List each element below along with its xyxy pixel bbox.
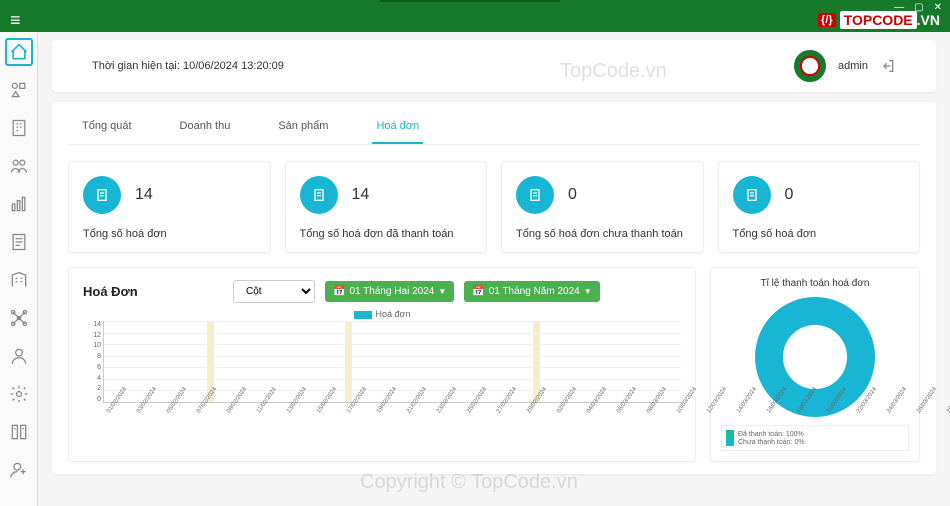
- chevron-down-icon: ▼: [438, 287, 446, 296]
- sidebar-item-books[interactable]: [5, 418, 33, 446]
- sidebar-item-building[interactable]: [5, 114, 33, 142]
- invoice-icon: [83, 176, 121, 214]
- close-icon[interactable]: ✕: [934, 2, 942, 13]
- sidebar: [0, 32, 38, 506]
- hamburger-icon[interactable]: ≡: [10, 10, 21, 31]
- card-value: 0: [785, 186, 794, 204]
- maximize-icon[interactable]: ▢: [914, 2, 923, 13]
- card-value: 14: [135, 186, 153, 204]
- card-value: 0: [568, 186, 577, 204]
- card-label: Tổng số hoá đơn: [83, 228, 256, 240]
- chart-legend: Hoá đơn: [83, 309, 681, 319]
- sidebar-item-network[interactable]: [5, 304, 33, 332]
- card-label: Tổng số hoá đơn chưa thanh toán: [516, 228, 689, 240]
- username: admin: [838, 60, 868, 72]
- calendar-icon: 📅: [472, 286, 484, 297]
- tabs: Tổng quát Doanh thu Sản phẩm Hoá đơn: [68, 114, 920, 145]
- sidebar-item-document[interactable]: [5, 228, 33, 256]
- topbar: ≡ {/} TOPCODE.VN: [0, 8, 950, 32]
- chart-panel: Hoá Đơn Cột 📅 01 Tháng Hai 2024 ▼ 📅 01 T…: [68, 267, 696, 462]
- titlebar: — ▢ ✕: [0, 0, 950, 8]
- app-logo: {/} TOPCODE.VN: [818, 12, 940, 28]
- bar-chart: 14121086420 01/02/202403/02/202405/02/20…: [83, 321, 681, 431]
- stat-card-1: 14 Tổng số hoá đơn đã thanh toán: [285, 161, 488, 253]
- card-label: Tổng số hoá đơn đã thanh toán: [300, 228, 473, 240]
- chart-title: Hoá Đơn: [83, 284, 223, 299]
- stat-card-0: 14 Tổng số hoá đơn: [68, 161, 271, 253]
- tab-3[interactable]: Hoá đơn: [372, 114, 423, 144]
- calendar-icon: 📅: [333, 286, 345, 297]
- sidebar-item-home[interactable]: [5, 38, 33, 66]
- sidebar-item-shapes[interactable]: [5, 76, 33, 104]
- time-label: Thời gian hiện tại: 10/06/2024 13:20:09: [92, 60, 284, 72]
- stat-card-3: 0 Tổng số hoá đơn: [718, 161, 921, 253]
- minimize-icon[interactable]: —: [894, 2, 904, 13]
- card-label: Tổng số hoá đơn: [733, 228, 906, 240]
- logout-icon[interactable]: [880, 58, 896, 74]
- stat-card-2: 0 Tổng số hoá đơn chưa thanh toán: [501, 161, 704, 253]
- date-from-button[interactable]: 📅 01 Tháng Hai 2024 ▼: [325, 281, 454, 302]
- sidebar-item-user[interactable]: [5, 342, 33, 370]
- content: Thời gian hiện tại: 10/06/2024 13:20:09 …: [38, 32, 950, 506]
- tab-0[interactable]: Tổng quát: [78, 114, 136, 144]
- tab-2[interactable]: Sản phẩm: [274, 114, 332, 144]
- sidebar-item-chart[interactable]: [5, 190, 33, 218]
- invoice-icon: [733, 176, 771, 214]
- sidebar-item-people[interactable]: [5, 152, 33, 180]
- donut-panel: Tỉ lệ thanh toán hoá đơn Đã thanh toán: …: [710, 267, 920, 462]
- main-panel: Tổng quát Doanh thu Sản phẩm Hoá đơn 14 Tổng…: [52, 102, 936, 474]
- org-logo: [794, 50, 826, 82]
- stat-cards: 14 Tổng số hoá đơn 14 Tổng số hoá đơn đã th…: [68, 161, 920, 253]
- sidebar-item-settings[interactable]: [5, 380, 33, 408]
- sidebar-item-add-user[interactable]: [5, 456, 33, 484]
- invoice-icon: [516, 176, 554, 214]
- chart-type-select[interactable]: Cột: [233, 280, 315, 303]
- date-to-button[interactable]: 📅 01 Tháng Năm 2024 ▼: [464, 281, 599, 302]
- header-row: Thời gian hiện tại: 10/06/2024 13:20:09 …: [52, 40, 936, 92]
- tab-1[interactable]: Doanh thu: [176, 114, 235, 144]
- invoice-icon: [300, 176, 338, 214]
- donut-legend: Đã thanh toán: 100%Chưa thanh toán: 0%: [721, 425, 909, 451]
- card-value: 14: [352, 186, 370, 204]
- chevron-down-icon: ▼: [584, 287, 592, 296]
- sidebar-item-company[interactable]: [5, 266, 33, 294]
- donut-title: Tỉ lệ thanh toán hoá đơn: [721, 278, 909, 289]
